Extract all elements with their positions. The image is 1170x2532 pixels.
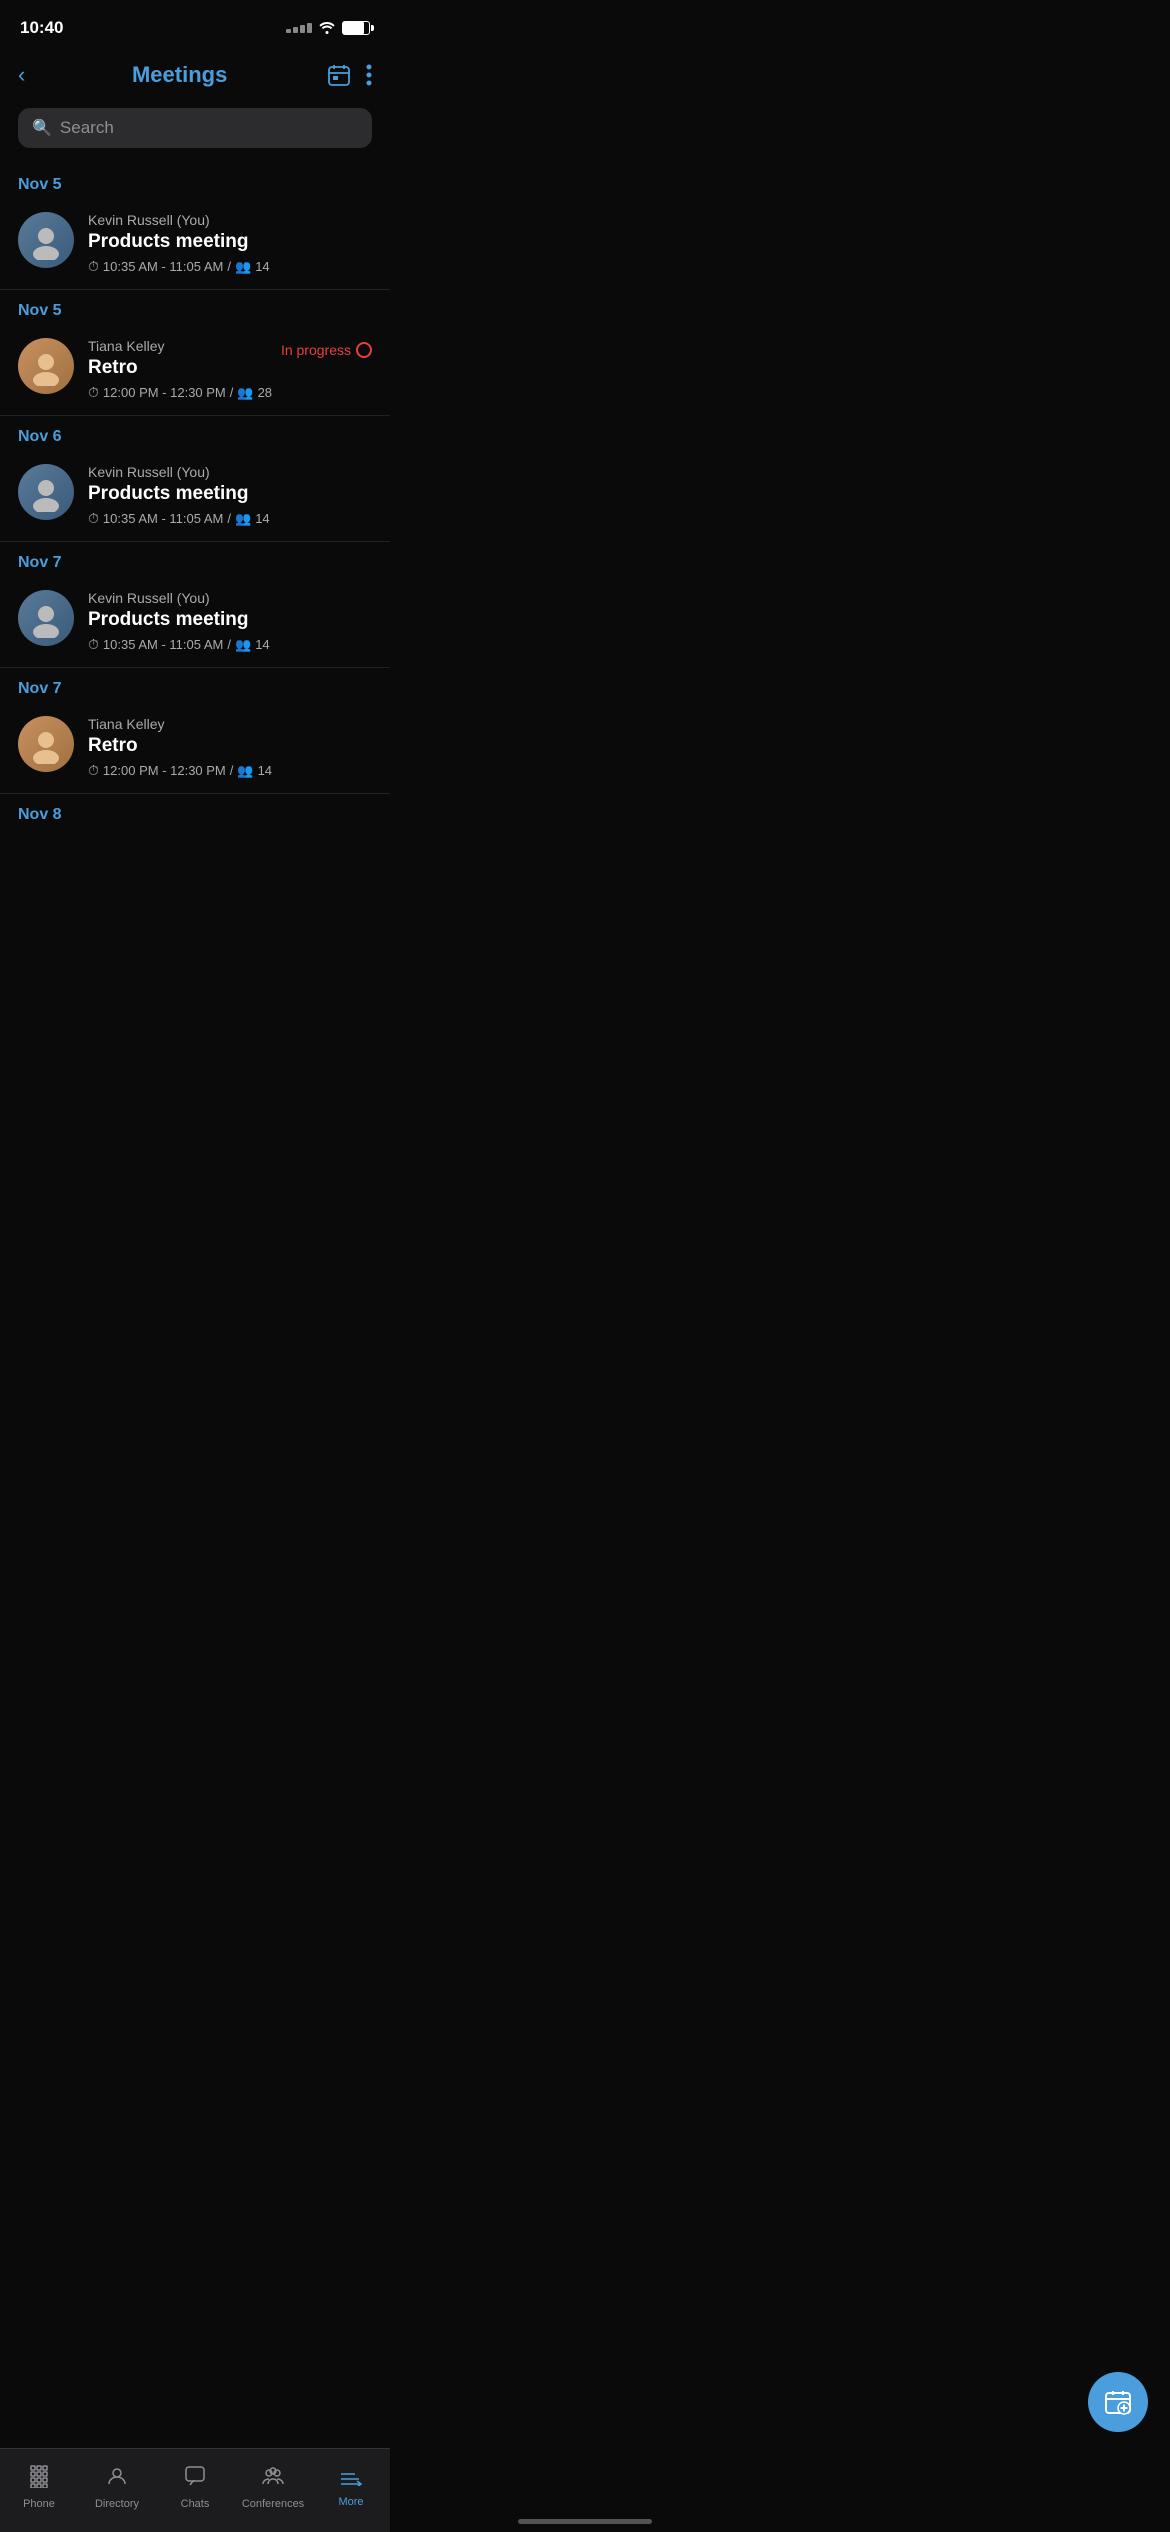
meeting-info: Tiana Kelley Retro ⏱ 12:00 PM - 12:30 PM…: [88, 716, 372, 779]
nav-item-chats[interactable]: Chats: [156, 2456, 234, 2510]
meeting-meta: ⏱ 10:35 AM - 11:05 AM / 👥 14: [88, 510, 372, 527]
signal-icon: [286, 23, 312, 33]
battery-icon: [342, 21, 370, 35]
status-bar: 10:40: [0, 0, 390, 50]
nav-label-chats: Chats: [181, 2498, 210, 2510]
nav-label-phone: Phone: [23, 2498, 55, 2510]
search-bar[interactable]: 🔍 Search: [18, 108, 372, 148]
home-indicator: [518, 2519, 652, 2524]
status-icons: [286, 20, 370, 37]
avatar: [18, 590, 74, 646]
nav-label-more: More: [338, 2496, 363, 2508]
participant-count: 14: [255, 259, 269, 274]
status-time: 10:40: [20, 18, 63, 38]
meetings-list: Nov 5 Kevin Russell (You) Products meeti…: [0, 164, 390, 832]
meeting-info: Kevin Russell (You) Products meeting ⏱ 1…: [88, 464, 372, 527]
meeting-time: 10:35 AM - 11:05 AM: [103, 259, 223, 274]
meeting-item[interactable]: Kevin Russell (You) Products meeting ⏱ 1…: [0, 202, 390, 290]
calendar-icon[interactable]: [326, 62, 352, 88]
wifi-icon: [318, 20, 336, 37]
nav-item-conferences[interactable]: Conferences: [234, 2456, 312, 2510]
schedule-meeting-button[interactable]: [1088, 2372, 1148, 2432]
date-header-nov5-2: Nov 5: [0, 290, 390, 328]
nav-label-conferences: Conferences: [242, 2498, 304, 2510]
meeting-item[interactable]: Tiana Kelley Retro ⏱ 12:00 PM - 12:30 PM…: [0, 328, 390, 416]
clock-icon: ⏱: [88, 258, 99, 275]
nav-item-phone[interactable]: Phone: [0, 2456, 78, 2510]
separator: /: [227, 637, 231, 652]
conferences-icon: [261, 2464, 285, 2494]
meeting-info: Kevin Russell (You) Products meeting ⏱ 1…: [88, 590, 372, 653]
meeting-item[interactable]: Kevin Russell (You) Products meeting ⏱ 1…: [0, 454, 390, 542]
meeting-title: Products meeting: [88, 609, 372, 631]
search-icon: 🔍: [32, 118, 52, 138]
date-header-nov5-1: Nov 5: [0, 164, 390, 202]
nav-item-directory[interactable]: Directory: [78, 2456, 156, 2510]
avatar: [18, 716, 74, 772]
search-input[interactable]: Search: [60, 118, 114, 138]
meeting-item[interactable]: Tiana Kelley Retro ⏱ 12:00 PM - 12:30 PM…: [0, 706, 390, 794]
meeting-meta: ⏱ 10:35 AM - 11:05 AM / 👥 14: [88, 636, 372, 653]
separator: /: [227, 511, 231, 526]
avatar: [18, 212, 74, 268]
participants-icon: 👥: [237, 385, 253, 401]
participant-count: 14: [255, 637, 269, 652]
chats-icon: [183, 2464, 207, 2494]
in-progress-dot: [356, 342, 372, 358]
participants-icon: 👥: [235, 511, 251, 527]
date-header-nov8: Nov 8: [0, 794, 390, 832]
separator: /: [230, 763, 234, 778]
date-header-nov6: Nov 6: [0, 416, 390, 454]
separator: /: [230, 385, 234, 400]
directory-icon: [105, 2464, 129, 2494]
page-title: Meetings: [33, 62, 326, 88]
more-icon: [339, 2466, 363, 2492]
participant-count: 14: [255, 511, 269, 526]
participant-count: 14: [258, 763, 272, 778]
meeting-title: Retro: [88, 735, 372, 757]
nav-label-directory: Directory: [95, 2498, 139, 2510]
avatar: [18, 464, 74, 520]
nav-item-more[interactable]: More: [312, 2458, 390, 2508]
clock-icon: ⏱: [88, 636, 99, 653]
header: ‹ Meetings: [0, 50, 390, 104]
meeting-title: Products meeting: [88, 483, 372, 505]
in-progress-label: In progress: [281, 342, 351, 358]
avatar: [18, 338, 74, 394]
meeting-title: Retro: [88, 357, 372, 379]
meeting-time: 12:00 PM - 12:30 PM: [103, 385, 226, 400]
meeting-time: 12:00 PM - 12:30 PM: [103, 763, 226, 778]
more-options-icon[interactable]: [366, 64, 372, 86]
organizer-name: Kevin Russell (You): [88, 464, 372, 480]
separator: /: [227, 259, 231, 274]
clock-icon: ⏱: [88, 510, 99, 527]
phone-icon: [27, 2464, 51, 2494]
meeting-item[interactable]: Kevin Russell (You) Products meeting ⏱ 1…: [0, 580, 390, 668]
participants-icon: 👥: [235, 637, 251, 653]
organizer-name: Tiana Kelley: [88, 716, 372, 732]
date-header-nov7-2: Nov 7: [0, 668, 390, 706]
organizer-name: Kevin Russell (You): [88, 212, 372, 228]
organizer-name: Kevin Russell (You): [88, 590, 372, 606]
bottom-nav: Phone Directory Chats: [0, 2448, 390, 2532]
meeting-meta: ⏱ 12:00 PM - 12:30 PM / 👥 28: [88, 384, 372, 401]
meeting-meta: ⏱ 10:35 AM - 11:05 AM / 👥 14: [88, 258, 372, 275]
meeting-time: 10:35 AM - 11:05 AM: [103, 637, 223, 652]
meeting-info: Kevin Russell (You) Products meeting ⏱ 1…: [88, 212, 372, 275]
header-actions: [326, 62, 372, 88]
meeting-time: 10:35 AM - 11:05 AM: [103, 511, 223, 526]
participants-icon: 👥: [235, 259, 251, 275]
clock-icon: ⏱: [88, 384, 99, 401]
clock-icon: ⏱: [88, 762, 99, 779]
participants-icon: 👥: [237, 763, 253, 779]
meeting-title: Products meeting: [88, 231, 372, 253]
date-header-nov7-1: Nov 7: [0, 542, 390, 580]
in-progress-badge: In progress: [281, 342, 372, 358]
back-button[interactable]: ‹: [18, 58, 33, 92]
participant-count: 28: [258, 385, 272, 400]
meeting-meta: ⏱ 12:00 PM - 12:30 PM / 👥 14: [88, 762, 372, 779]
